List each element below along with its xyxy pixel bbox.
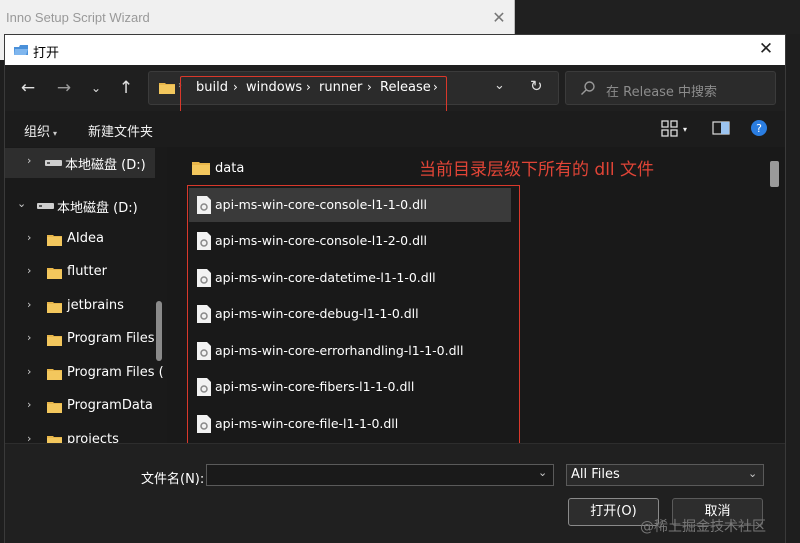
sidebar-item-label: Program Files [67,331,155,346]
organize-menu[interactable]: 组织 ▾ [24,121,57,140]
organize-label: 组织 [24,125,51,140]
sidebar-item-label: 本地磁盘 (D:) [57,201,138,216]
dialog-title: 打开 [33,46,60,61]
refresh-icon[interactable]: ↻ [530,77,543,95]
open-file-dialog: 打开 ✕ ← → ⌄ ↑ › build › windows › runner … [4,34,786,543]
close-icon[interactable]: ✕ [489,8,509,27]
folder-name: data [215,161,245,176]
filename-label: 文件名(N): [141,472,205,487]
chevron-right-icon[interactable]: › [27,264,31,277]
annotation-text: 当前目录层级下所有的 dll 文件 [419,160,655,180]
view-options-icon[interactable] [661,120,679,138]
search-icon [581,81,595,95]
navigation-bar: ← → ⌄ ↑ › build › windows › runner › Rel… [5,65,785,113]
search-input[interactable]: 在 Release 中搜索 [606,81,717,100]
folder-icon [47,369,62,380]
background-strip [515,0,800,34]
folder-icon [47,436,62,443]
chevron-down-icon[interactable]: ⌄ [17,197,26,210]
navigation-pane: › 本地磁盘 (D:) ⌄ 本地磁盘 (D:) › AIdea › flutte… [5,147,167,443]
background-window-title: Inno Setup Script Wizard [6,10,150,25]
sidebar-item-label: projects [67,432,119,443]
chevron-right-icon[interactable]: › [27,154,31,167]
address-highlight-box [180,76,447,113]
chevron-right-icon[interactable]: › [27,365,31,378]
sidebar-item-programdata[interactable]: › ProgramData [5,392,155,422]
drive-icon [45,160,62,166]
sidebar-item-aidea[interactable]: › AIdea [5,225,155,255]
sidebar-item-label: AIdea [67,231,104,246]
sidebar-item-jetbrains[interactable]: › jetbrains [5,292,155,322]
close-icon[interactable]: ✕ [755,39,777,59]
file-highlight-box [187,185,520,443]
new-folder-button[interactable]: 新建文件夹 [88,121,153,140]
preview-pane-icon[interactable] [712,121,730,135]
sidebar-item-program-files-x86[interactable]: › Program Files ( [5,359,164,389]
chevron-down-icon[interactable]: ⌄ [538,466,547,479]
file-list: data 当前目录层级下所有的 dll 文件 api-ms-win-core-c… [167,147,785,443]
watermark: @稀土掘金技术社区 [640,519,766,535]
folder-icon [47,235,62,246]
caret-down-icon: ▾ [53,129,58,138]
folder-icon [47,402,62,413]
caret-down-icon[interactable]: ▾ [683,125,687,134]
dialog-titlebar: 打开 ✕ [5,35,785,65]
chevron-right-icon[interactable]: › [27,398,31,411]
file-type-select[interactable]: All Files ⌄ [566,464,764,486]
app-icon [14,45,28,55]
folder-icon [47,268,62,279]
svg-text:?: ? [756,122,762,135]
folder-icon [47,335,62,346]
forward-arrow-icon[interactable]: → [53,77,75,99]
sidebar-item-local-disk-d-expanded[interactable]: ⌄ 本地磁盘 (D:) [5,191,155,221]
address-bar[interactable]: › build › windows › runner › Release › ⌄… [148,71,559,113]
chevron-right-icon[interactable]: › [27,331,31,344]
sidebar-item-local-disk-d[interactable]: › 本地磁盘 (D:) [5,148,155,178]
chevron-right-icon[interactable]: › [27,231,31,244]
sidebar-item-label: ProgramData [67,398,153,413]
sidebar-item-flutter[interactable]: › flutter [5,258,155,288]
file-type-value: All Files [571,467,620,482]
sidebar-item-projects[interactable]: › projects [5,426,155,443]
folder-icon [192,162,210,175]
sidebar-item-label: 本地磁盘 (D:) [65,158,146,173]
file-list-scrollbar[interactable] [770,161,779,187]
folder-icon [47,302,62,313]
search-box[interactable]: 在 Release 中搜索 [565,71,776,105]
help-icon[interactable]: ? [750,119,768,137]
folder-icon [159,83,175,94]
up-arrow-icon[interactable]: ↑ [115,77,137,99]
sidebar-item-label: Program Files ( [67,365,164,380]
sidebar-item-label: flutter [67,264,107,279]
command-toolbar: 组织 ▾ 新建文件夹 ▾ ? [5,111,785,147]
filename-input[interactable] [206,464,554,486]
sidebar-scrollbar[interactable] [156,301,162,361]
sidebar-item-label: jetbrains [67,298,124,313]
chevron-down-icon[interactable]: ⌄ [494,78,505,93]
chevron-right-icon[interactable]: › [27,298,31,311]
drive-icon [37,203,54,209]
sidebar-item-program-files[interactable]: › Program Files [5,325,155,355]
chevron-down-icon: ⌄ [748,467,758,480]
chevron-right-icon[interactable]: › [27,432,31,443]
back-arrow-icon[interactable]: ← [17,77,39,99]
recent-locations-chevron-icon[interactable]: ⌄ [85,77,107,99]
